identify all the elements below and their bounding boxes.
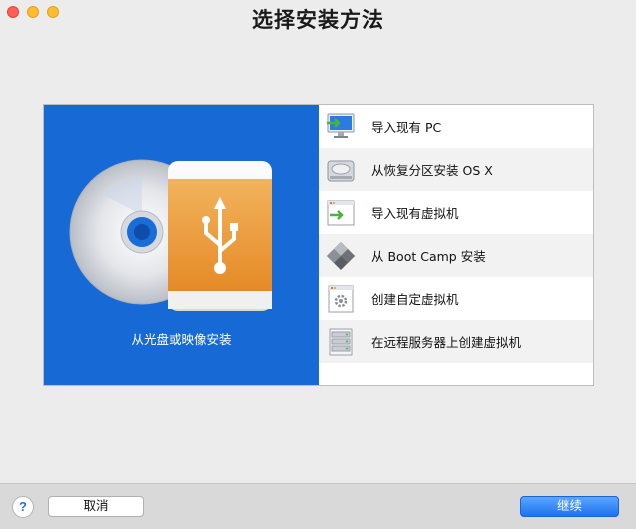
vm-import-icon: [327, 200, 355, 225]
method-recovery-partition-label: 从恢复分区安装 OS X: [371, 163, 493, 178]
method-import-vm[interactable]: 导入现有虚拟机: [319, 191, 593, 234]
cancel-button[interactable]: 取消: [48, 496, 144, 517]
boot-camp-icon: [327, 241, 355, 270]
window-title: 选择安装方法: [252, 8, 384, 32]
continue-button[interactable]: 继续: [520, 496, 619, 517]
method-boot-camp[interactable]: 从 Boot Camp 安装: [319, 234, 593, 277]
method-import-vm-label: 导入现有虚拟机: [371, 206, 459, 221]
method-boot-camp-label: 从 Boot Camp 安装: [371, 249, 486, 264]
disc-usb-icon: [69, 159, 272, 311]
install-from-disc-label: 从光盘或映像安装: [131, 332, 232, 347]
method-remote-server[interactable]: 在远程服务器上创建虚拟机: [319, 320, 593, 363]
custom-vm-icon: [328, 285, 354, 312]
help-button[interactable]: ?: [12, 496, 34, 518]
pc-import-icon: [327, 113, 355, 138]
method-import-pc[interactable]: 导入现有 PC: [319, 105, 593, 148]
install-method-list: 导入现有 PC 从恢复分区安装 OS X 导入现有虚拟机 从 Boot Camp…: [319, 105, 593, 385]
install-from-disc-option[interactable]: 从光盘或映像安装: [44, 105, 319, 385]
install-method-window: 选择安装方法 从光盘或映像安装 导入现有 PC 从恢复分区安装 OS X 导入现…: [0, 0, 636, 529]
method-import-pc-label: 导入现有 PC: [371, 120, 442, 135]
method-custom-vm-label: 创建自定虚拟机: [371, 292, 459, 307]
install-methods-panel: 从光盘或映像安装 导入现有 PC 从恢复分区安装 OS X 导入现有虚拟机 从 …: [43, 104, 594, 386]
method-custom-vm[interactable]: 创建自定虚拟机: [319, 277, 593, 320]
remote-server-icon: [329, 328, 353, 355]
hard-disk-icon: [327, 160, 355, 181]
method-recovery-partition[interactable]: 从恢复分区安装 OS X: [319, 148, 593, 191]
footer-bar: ? 取消 继续: [0, 483, 636, 529]
method-remote-server-label: 在远程服务器上创建虚拟机: [371, 335, 522, 350]
